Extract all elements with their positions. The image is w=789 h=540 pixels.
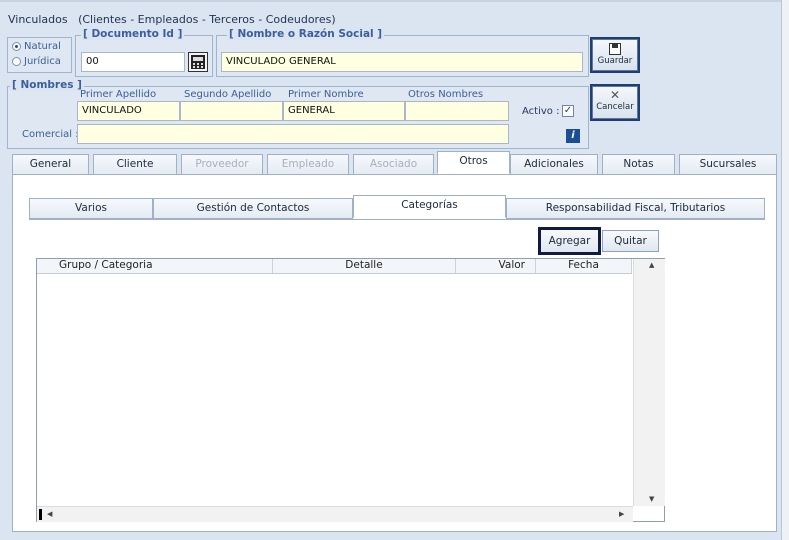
tab-general[interactable]: General — [12, 154, 89, 175]
razon-social-input[interactable]: VINCULADO GENERAL — [221, 52, 583, 72]
documento-legend: [ Documento Id ] — [81, 28, 185, 40]
subtab-gestion-contactos[interactable]: Gestión de Contactos — [153, 198, 353, 219]
activo-label: Activo : — [522, 106, 560, 117]
column-header-grupo[interactable]: Grupo / Categoria — [37, 259, 273, 273]
tab-notas[interactable]: Notas — [602, 154, 675, 175]
subtab-varios[interactable]: Varios — [29, 198, 153, 219]
primer-apellido-label: Primer Apellido — [80, 89, 157, 100]
segundo-apellido-label: Segundo Apellido — [184, 89, 272, 100]
close-icon: ✕ — [609, 88, 621, 102]
remove-category-button[interactable]: Quitar — [602, 230, 659, 252]
add-category-button[interactable]: Agregar — [538, 227, 601, 255]
window-subtitle-text: (Clientes - Empleados - Terceros - Codeu… — [78, 13, 336, 26]
subtab-categorias[interactable]: Categorías — [353, 195, 506, 218]
cancel-button[interactable]: ✕ Cancelar — [592, 86, 638, 119]
comercial-label: Comercial : — [22, 129, 79, 140]
window-right-edge — [781, 0, 789, 540]
sub-tabbar: Varios Gestión de Contactos Categorías R… — [29, 195, 765, 219]
grid-vertical-scrollbar[interactable]: ▲ ▼ — [633, 259, 665, 506]
tab-empleado[interactable]: Empleado — [267, 154, 349, 175]
scroll-right-arrow[interactable]: ▶ — [619, 510, 624, 518]
save-button-label: Guardar — [597, 56, 633, 66]
cancel-button-label: Cancelar — [596, 102, 634, 112]
window-title: Vinculados (Clientes - Empleados - Terce… — [8, 13, 336, 26]
tab-otros[interactable]: Otros — [437, 151, 510, 174]
tab-asociado[interactable]: Asociado — [353, 154, 434, 175]
primer-nombre-input[interactable]: GENERAL — [283, 101, 405, 121]
radio-juridica-label[interactable]: Jurídica — [24, 56, 61, 67]
tab-sucursales[interactable]: Sucursales — [679, 154, 777, 175]
primer-apellido-input[interactable]: VINCULADO — [77, 101, 180, 121]
info-icon[interactable]: i — [566, 129, 580, 143]
comercial-input[interactable] — [77, 124, 509, 144]
window-top-edge — [0, 0, 789, 2]
subtab-responsabilidad-fiscal[interactable]: Responsabilidad Fiscal, Tributarios — [506, 198, 765, 219]
otros-nombres-label: Otros Nombres — [408, 89, 484, 100]
tab-proveedor[interactable]: Proveedor — [181, 154, 263, 175]
save-button[interactable]: Guardar — [592, 39, 638, 71]
nombres-legend: [ Nombres ] — [10, 79, 84, 91]
scroll-left-arrow[interactable]: ◀ — [47, 510, 52, 518]
categories-grid[interactable]: Grupo / Categoria Detalle Valor Fecha ▲ … — [36, 258, 665, 522]
documento-input[interactable]: 00 — [81, 52, 185, 72]
otros-nombres-input[interactable] — [405, 101, 509, 121]
scroll-left-edge — [39, 509, 42, 520]
sub-tab-panel-border — [29, 219, 765, 220]
main-tabbar: General Cliente Proveedor Empleado Asoci… — [12, 151, 778, 175]
radio-natural[interactable] — [12, 42, 21, 51]
segundo-apellido-input[interactable] — [180, 101, 283, 121]
scroll-down-arrow[interactable]: ▼ — [649, 495, 654, 503]
grid-horizontal-scrollbar[interactable]: ◀ ▶ — [37, 506, 633, 522]
floppy-label-strip — [612, 44, 618, 48]
tab-adicionales[interactable]: Adicionales — [510, 154, 598, 175]
razon-social-legend: [ Nombre o Razón Social ] — [227, 28, 385, 40]
radio-selected-dot — [15, 45, 18, 48]
calculator-icon[interactable] — [188, 52, 208, 72]
radio-natural-label[interactable]: Natural — [24, 41, 61, 52]
activo-checkbox[interactable]: ✓ — [562, 105, 574, 117]
scroll-up-arrow[interactable]: ▲ — [649, 261, 654, 269]
column-header-valor[interactable]: Valor — [456, 259, 536, 273]
grid-header: Grupo / Categoria Detalle Valor Fecha — [37, 259, 632, 274]
column-header-detalle[interactable]: Detalle — [273, 259, 456, 273]
primer-nombre-label: Primer Nombre — [288, 89, 364, 100]
floppy-icon — [609, 43, 621, 55]
column-header-fecha[interactable]: Fecha — [536, 259, 632, 273]
window-title-text: Vinculados — [8, 13, 68, 26]
radio-juridica[interactable] — [12, 57, 21, 66]
tab-cliente[interactable]: Cliente — [93, 154, 177, 175]
